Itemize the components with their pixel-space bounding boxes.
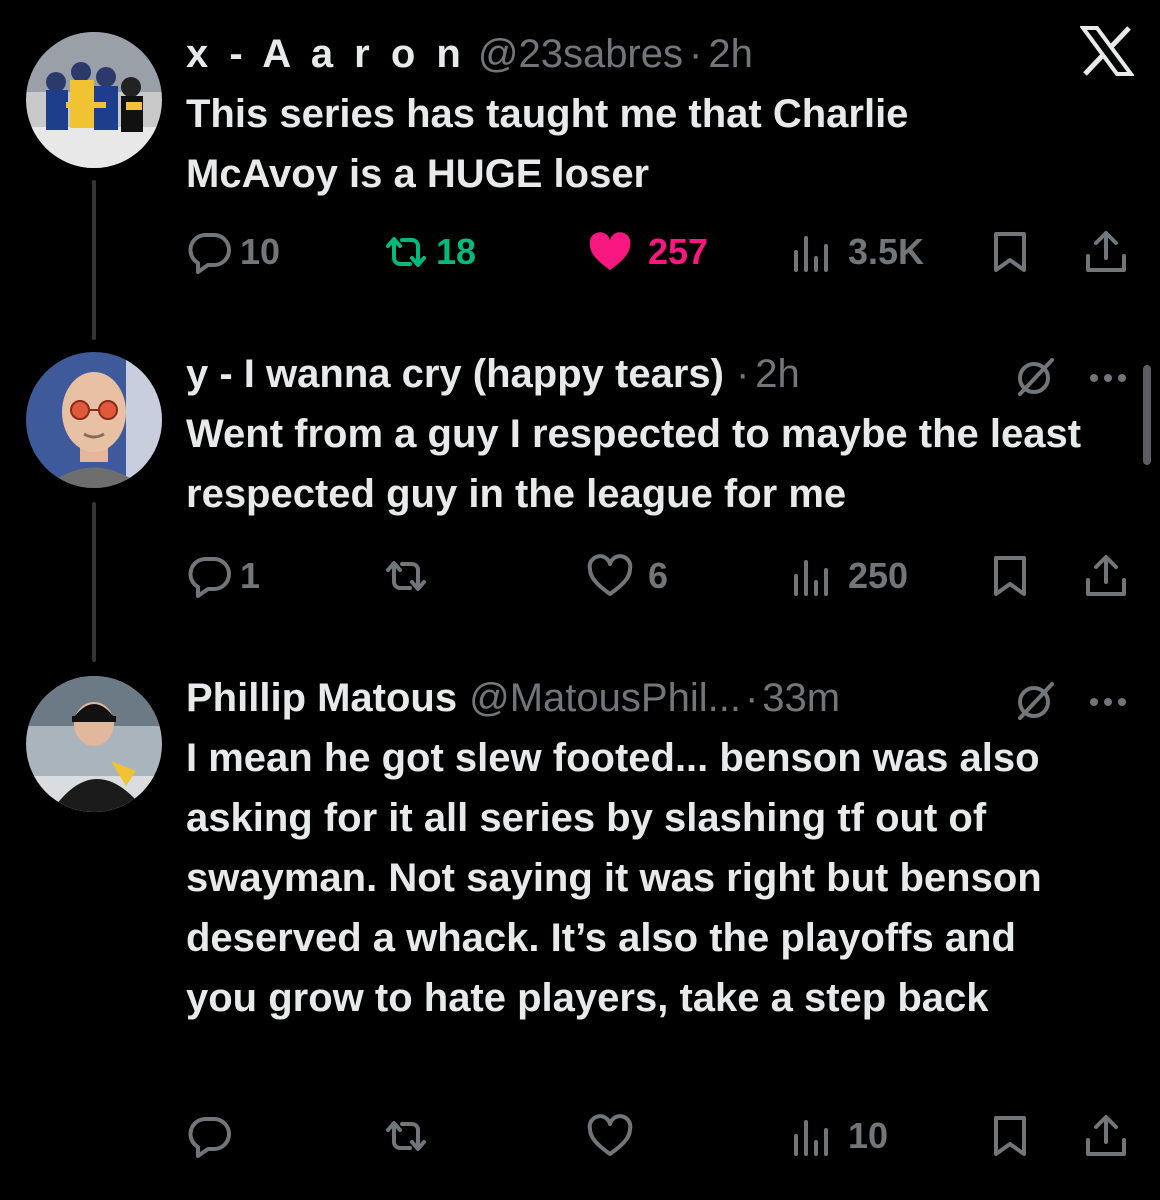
like-button[interactable] xyxy=(586,1108,640,1164)
user-handle[interactable]: @23sabres xyxy=(478,30,683,78)
reply-button[interactable] xyxy=(186,1108,240,1164)
display-name[interactable]: y - I wanna cry (happy tears) xyxy=(186,350,724,398)
heart-icon xyxy=(587,1114,633,1156)
repost-count: 18 xyxy=(436,231,477,272)
repost-button[interactable]: 18 xyxy=(382,224,476,280)
action-bar: 10 xyxy=(186,1108,1136,1164)
grok-icon[interactable] xyxy=(1012,678,1058,724)
more-dots-icon[interactable] xyxy=(1086,692,1130,712)
share-icon xyxy=(1086,1115,1126,1156)
repost-icon xyxy=(386,1121,426,1151)
separator: · xyxy=(744,676,759,720)
tweet-text: Went from a guy I respected to maybe the… xyxy=(186,412,1082,516)
heart-icon xyxy=(589,232,631,270)
tweet-header: Phillip Matous @MatousPhil... · 33m xyxy=(186,674,1136,722)
hockey-celebration-photo xyxy=(26,32,162,168)
tweet-text: This series has taught me that Charlie M… xyxy=(186,92,909,196)
display-name[interactable]: x - A a r o n xyxy=(186,30,466,78)
bookmark-button[interactable] xyxy=(986,224,1034,280)
reply-count: 1 xyxy=(240,555,261,596)
hockey-player-photo xyxy=(26,676,162,812)
bookmark-button[interactable] xyxy=(986,548,1034,604)
reply-bubble-icon xyxy=(188,232,231,274)
tweet-text: I mean he got slew footed... benson was … xyxy=(186,736,1042,1020)
heart-icon xyxy=(587,554,633,596)
views-button[interactable]: 250 xyxy=(786,548,908,604)
bookmark-icon xyxy=(994,1116,1026,1156)
separator: · xyxy=(689,32,703,76)
user-handle[interactable]: @MatousPhil... xyxy=(469,674,741,722)
thread-line xyxy=(92,180,96,340)
reply-bubble-icon xyxy=(188,556,231,598)
view-count: 10 xyxy=(848,1115,889,1156)
like-count: 257 xyxy=(648,231,709,272)
thread-line xyxy=(92,502,96,662)
more-dots-icon[interactable] xyxy=(1086,368,1130,388)
share-button[interactable] xyxy=(1082,548,1130,604)
tweet[interactable]: Phillip Matous @MatousPhil... · 33m I me… xyxy=(186,674,1136,1028)
views-bars-icon xyxy=(794,560,828,596)
like-count: 6 xyxy=(648,555,669,596)
avatar[interactable] xyxy=(26,676,162,812)
repost-button[interactable] xyxy=(382,548,436,604)
scrollbar[interactable] xyxy=(1143,365,1151,465)
view-count: 3.5K xyxy=(848,231,925,272)
views-button[interactable]: 10 xyxy=(786,1108,888,1164)
repost-button[interactable] xyxy=(382,1108,436,1164)
views-button[interactable]: 3.5K xyxy=(786,224,924,280)
reply-button[interactable]: 1 xyxy=(186,548,260,604)
repost-icon xyxy=(386,561,426,591)
action-bar: 10 18 257 3.5K xyxy=(186,224,1136,280)
avatar[interactable] xyxy=(26,352,162,488)
reply-bubble-icon xyxy=(188,1116,231,1158)
grok-icon[interactable] xyxy=(1012,354,1058,400)
tweet[interactable]: x - A a r o n @23sabres · 2h This series… xyxy=(186,30,1136,204)
timestamp[interactable]: 2h xyxy=(708,30,753,78)
timestamp[interactable]: 2h xyxy=(755,350,800,398)
action-bar: 1 6 250 xyxy=(186,548,1136,604)
display-name[interactable]: Phillip Matous xyxy=(186,674,457,722)
share-button[interactable] xyxy=(1082,1108,1130,1164)
share-button[interactable] xyxy=(1082,224,1130,280)
view-count: 250 xyxy=(848,555,909,596)
bookmark-icon xyxy=(994,556,1026,596)
share-icon xyxy=(1086,231,1126,272)
repost-icon xyxy=(386,237,426,267)
avatar[interactable] xyxy=(26,32,162,168)
views-bars-icon xyxy=(794,236,828,272)
bookmark-icon xyxy=(994,232,1026,272)
man-with-glasses-photo xyxy=(26,352,162,488)
tweet[interactable]: y - I wanna cry (happy tears) · 2h Went … xyxy=(186,350,1136,524)
bookmark-button[interactable] xyxy=(986,1108,1034,1164)
tweet-header: x - A a r o n @23sabres · 2h xyxy=(186,30,1136,78)
share-icon xyxy=(1086,555,1126,596)
reply-count: 10 xyxy=(240,231,281,272)
like-button[interactable]: 6 xyxy=(586,548,668,604)
like-button[interactable]: 257 xyxy=(586,224,708,280)
separator: · xyxy=(735,352,750,396)
tweet-header: y - I wanna cry (happy tears) · 2h xyxy=(186,350,1136,398)
views-bars-icon xyxy=(794,1120,828,1156)
timestamp[interactable]: 33m xyxy=(762,674,840,722)
reply-button[interactable]: 10 xyxy=(186,224,280,280)
